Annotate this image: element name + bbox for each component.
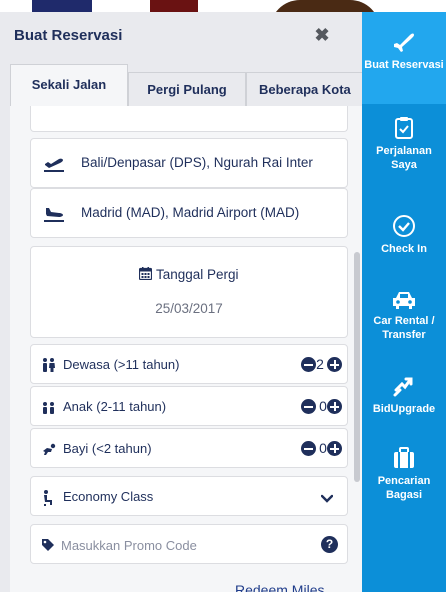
calendar-icon xyxy=(139,267,156,282)
rail-label: BidUpgrade xyxy=(372,403,436,415)
panel-title: Buat Reservasi xyxy=(14,27,123,44)
rail-label: Buat Reservasi xyxy=(364,59,444,71)
infant-passenger-row: Bayi (<2 tahun) 0 xyxy=(30,428,348,468)
adult-increase-button[interactable] xyxy=(327,357,342,372)
seat-icon xyxy=(41,490,57,506)
tab-beberapa-kota[interactable]: Beberapa Kota xyxy=(246,72,372,106)
scrollbar[interactable] xyxy=(354,252,360,482)
plane-arrival-icon xyxy=(43,203,65,223)
infant-decrease-button[interactable] xyxy=(301,441,316,456)
promo-code-input[interactable] xyxy=(61,531,311,559)
trip-type-tabs: Sekali Jalan Pergi Pulang Beberapa Kota xyxy=(10,60,372,106)
adult-decrease-button[interactable] xyxy=(301,357,316,372)
chevron-down-icon xyxy=(320,491,334,503)
rail-item-buat-reservasi[interactable]: Buat Reservasi xyxy=(362,12,446,104)
infant-label: Bayi (<2 tahun) xyxy=(63,441,152,456)
plane-departure-icon xyxy=(43,153,65,173)
origin-field[interactable]: Bali/Denpasar (DPS), Ngurah Rai Inter xyxy=(30,138,348,188)
redeem-miles-link[interactable]: Redeem Miles xyxy=(235,582,324,592)
child-label: Anak (2-11 tahun) xyxy=(63,399,167,414)
cabin-class-value: Economy Class xyxy=(63,489,154,504)
close-icon[interactable]: ✖ xyxy=(312,25,332,45)
cabin-class-select[interactable]: Economy Class xyxy=(30,476,348,516)
adult-count: 2 xyxy=(316,356,324,372)
rail-item-perjalanan-saya[interactable]: Perjalanan Saya xyxy=(362,104,446,200)
adult-icon xyxy=(41,358,57,372)
child-decrease-button[interactable] xyxy=(301,399,316,414)
tab-sekali-jalan[interactable]: Sekali Jalan xyxy=(10,64,128,106)
car-icon xyxy=(362,290,446,310)
tab-pergi-pulang[interactable]: Pergi Pulang xyxy=(128,72,246,106)
rail-item-check-in[interactable]: Check In xyxy=(362,202,446,282)
adult-label: Dewasa (>11 tahun) xyxy=(63,357,180,372)
side-navigation: Buat Reservasi Perjalanan Saya Check In xyxy=(362,12,446,592)
child-icon xyxy=(41,400,57,414)
adult-passenger-row: Dewasa (>11 tahun) 2 xyxy=(30,344,348,384)
rail-item-pencarian-bagasi[interactable]: Pencarian Bagasi xyxy=(362,436,446,532)
plane-icon xyxy=(362,30,446,54)
child-passenger-row: Anak (2-11 tahun) 0 xyxy=(30,386,348,426)
infant-increase-button[interactable] xyxy=(327,441,342,456)
child-increase-button[interactable] xyxy=(327,399,342,414)
promo-code-field: ? xyxy=(30,524,348,564)
help-icon[interactable]: ? xyxy=(321,536,338,553)
form-card-top xyxy=(30,106,348,132)
origin-value: Bali/Denpasar (DPS), Ngurah Rai Inter xyxy=(81,155,313,170)
rail-item-bidupgrade[interactable]: BidUpgrade xyxy=(362,366,446,436)
rail-label: Car Rental / Transfer xyxy=(373,315,435,341)
panel-header: Buat Reservasi ✖ xyxy=(0,12,362,60)
tag-icon xyxy=(41,538,57,552)
upgrade-icon xyxy=(362,374,446,398)
rail-item-car-rental[interactable]: Car Rental / Transfer xyxy=(362,280,446,368)
destination-field[interactable]: Madrid (MAD), Madrid Airport (MAD) xyxy=(30,188,348,238)
clipboard-check-icon xyxy=(362,116,446,140)
booking-panel: Buat Reservasi ✖ Sekali Jalan Pergi Pula… xyxy=(0,12,372,592)
date-label-row: Tanggal Pergi xyxy=(31,267,347,282)
rail-label: Check In xyxy=(381,243,427,255)
date-label: Tanggal Pergi xyxy=(155,267,239,282)
infant-icon xyxy=(41,442,57,456)
rail-label: Perjalanan Saya xyxy=(376,145,432,171)
check-circle-icon xyxy=(362,214,446,238)
booking-form: Bali/Denpasar (DPS), Ngurah Rai Inter Ma… xyxy=(10,106,362,592)
rail-label: Pencarian Bagasi xyxy=(377,475,431,501)
date-value: 25/03/2017 xyxy=(155,301,223,316)
departure-date-field[interactable]: Tanggal Pergi 25/03/2017 xyxy=(30,246,348,338)
luggage-icon xyxy=(362,446,446,470)
destination-value: Madrid (MAD), Madrid Airport (MAD) xyxy=(81,205,300,220)
